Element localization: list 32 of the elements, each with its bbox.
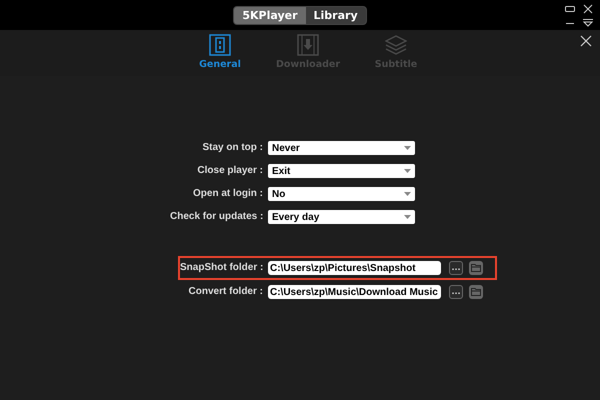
setting-label: Check for updates :	[170, 210, 263, 224]
setting-label: Convert folder :	[188, 285, 263, 299]
folder-path-field[interactable]: C:\Users\zp\Music\Download Music	[268, 285, 441, 299]
setting-label: Open at login :	[192, 187, 263, 201]
dropdown[interactable]: Exit	[268, 164, 415, 178]
browse-button[interactable]: ...	[449, 285, 463, 299]
dropdown[interactable]: No	[268, 187, 415, 201]
close-icon[interactable]	[580, 35, 592, 47]
caret-icon	[404, 146, 411, 150]
dropdown[interactable]: Never	[268, 141, 415, 155]
folder-icon	[471, 264, 481, 272]
close-icon[interactable]	[582, 4, 594, 14]
caret-icon	[404, 192, 411, 196]
view-tab[interactable]: Library	[306, 6, 366, 24]
browse-button[interactable]: ...	[449, 261, 463, 275]
caret-icon	[404, 215, 411, 219]
view-tab[interactable]: 5KPlayer	[234, 6, 306, 24]
caret-icon	[404, 169, 411, 173]
switch-icon	[209, 34, 231, 56]
layers-icon	[385, 34, 407, 56]
setting-label: Close player :	[196, 164, 263, 178]
setting-label: Stay on top :	[201, 141, 263, 155]
open-folder-button[interactable]	[469, 285, 483, 299]
download-icon	[297, 34, 319, 56]
dropdown[interactable]: Every day	[268, 210, 415, 224]
setting-label: SnapShot folder :	[180, 261, 263, 275]
settings-tab[interactable]: General	[187, 34, 253, 76]
open-folder-button[interactable]	[469, 261, 483, 275]
dropdown-icon[interactable]	[582, 18, 594, 28]
folder-path-field[interactable]: C:\Users\zp\Pictures\Snapshot	[268, 261, 441, 275]
restore-icon[interactable]	[564, 4, 576, 14]
folder-icon	[471, 288, 481, 296]
